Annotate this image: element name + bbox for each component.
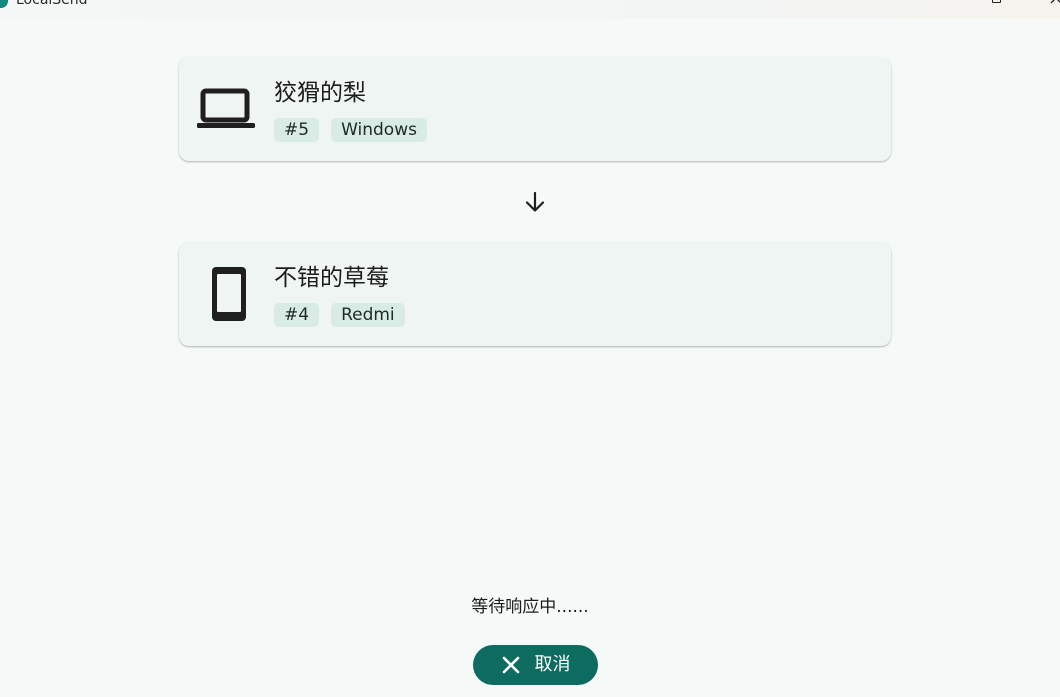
app-logo-icon — [0, 0, 8, 8]
cancel-button-label: 取消 — [534, 654, 571, 675]
receiver-tag-model: Redmi — [331, 303, 405, 327]
sender-tag-id: #5 — [274, 118, 320, 142]
window-title: LocalSend — [16, 0, 88, 8]
title-bar: LocalSend — [0, 0, 1060, 19]
cancel-button[interactable]: 取消 — [473, 645, 598, 685]
sender-device-name: 狡猾的梨 — [274, 80, 366, 106]
receiver-tag-id: #4 — [274, 303, 320, 327]
receiver-tags: #4 Redmi — [274, 303, 405, 327]
phone-icon — [212, 267, 246, 321]
laptop-icon — [197, 88, 255, 128]
sender-tag-os: Windows — [331, 118, 427, 142]
sender-tags: #5 Windows — [274, 118, 427, 142]
waiting-status-text: 等待响应中...... — [471, 597, 589, 617]
maximize-button[interactable] — [992, 0, 1001, 3]
arrow-down-icon — [525, 191, 545, 212]
receiver-device-name: 不错的草莓 — [274, 265, 389, 291]
receiver-device-card: 不错的草莓 #4 Redmi — [179, 242, 891, 346]
close-icon — [502, 656, 519, 674]
sender-device-card: 狡猾的梨 #5 Windows — [179, 57, 891, 161]
window-close-button[interactable] — [1049, 0, 1060, 5]
